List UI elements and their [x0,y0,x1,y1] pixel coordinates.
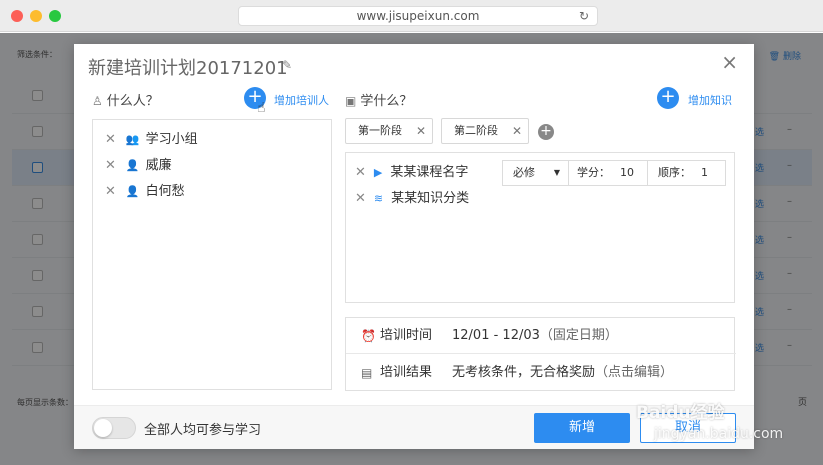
course-name: 某某课程名字 [390,165,469,180]
order-label: 顺序： [658,166,691,179]
time-value: 12/01 - 12/03 [452,328,540,343]
training-info: ⏰ 培训时间 12/01 - 12/03（固定日期） ▤ 培训结果 无考核条件，… [345,317,736,391]
remove-icon[interactable]: ✕ [105,132,116,147]
what-heading: ▣ 学什么？ [345,90,412,109]
url-text: www.jisupeixun.com [356,9,480,23]
add-stage-button[interactable]: + [538,124,554,140]
list-item: ✕ 👤 白何愁 [105,182,185,202]
order-field[interactable]: 顺序： 1 [648,161,727,185]
edit-title-icon[interactable]: ✎ [282,58,292,72]
person-name: 学习小组 [145,132,198,147]
user-icon: 👤 [125,185,140,198]
person-name: 威廉 [145,158,172,173]
course-settings: 必修 ▼ 学分： 10 顺序： 1 [502,160,726,186]
add-knowledge-button[interactable]: + [657,87,679,109]
requirement-select[interactable]: 必修 ▼ [503,161,569,185]
user-icon: 👤 [125,159,140,172]
list-item: ✕ ≋ 某某知识分类 [355,189,469,209]
who-heading-text: 什么人？ [106,94,159,109]
minimize-window-button[interactable] [30,10,42,22]
reload-icon[interactable]: ↻ [579,7,589,26]
training-result-row[interactable]: ▤ 培训结果 无考核条件，无合格奖励（点击编辑） [346,355,736,391]
person-name: 白何愁 [145,184,185,199]
who-heading: ♙ 什么人？ [92,90,159,109]
result-value: 无考核条件，无合格奖励 [452,365,596,380]
result-label: 培训结果 [380,365,433,380]
time-value-group: 12/01 - 12/03（固定日期） [452,318,618,354]
order-value: 1 [701,166,708,179]
add-knowledge-link[interactable]: 增加知识 [688,92,732,108]
list-item: ✕ 👤 威廉 [105,156,172,176]
credit-label: 学分： [577,166,610,179]
person-outline-icon: ♙ [92,94,103,108]
watermark-logo: Baidu经验 [636,403,725,423]
tab-label: 第二阶段 [454,124,498,137]
watermark-url: jingyan.baidu.com [654,426,784,442]
time-note: （固定日期） [539,328,618,343]
credit-field[interactable]: 学分： 10 [569,161,648,185]
maximize-window-button[interactable] [49,10,61,22]
category-stack-icon: ≋ [373,192,384,205]
address-bar[interactable]: www.jisupeixun.com ↻ [238,6,598,26]
submit-button[interactable]: 新增 [534,413,630,443]
close-tab-icon[interactable]: ✕ [512,119,522,143]
hand-cursor-icon: ☝ [257,100,266,116]
browser-toolbar: www.jisupeixun.com ↻ [0,0,823,32]
remove-icon[interactable]: ✕ [355,191,366,206]
open-to-all-toggle[interactable] [92,417,136,439]
printer-icon: ▤ [361,366,373,380]
toggle-knob [94,419,112,437]
category-name: 某某知识分类 [391,191,470,206]
add-trainee-link[interactable]: 增加培训人 [274,92,329,108]
knowledge-list: ✕ ▶ 某某课程名字 ✕ ≋ 某某知识分类 必修 ▼ 学分： 10 顺序： 1 [345,152,735,303]
result-value-group: 无考核条件，无合格奖励（点击编辑） [452,355,673,391]
time-label: 培训时间 [380,328,433,343]
tab-stage-1[interactable]: 第一阶段 ✕ [345,118,433,144]
credit-value: 10 [620,166,634,179]
group-icon: 👥 [125,133,140,146]
new-training-plan-dialog: 新建培训计划20171201 ✎ × ♙ 什么人？ + ☝ 增加培训人 ✕ 👥 学习小… [74,44,754,449]
trainee-list: ✕ 👥 学习小组 ✕ 👤 威廉 ✕ 👤 白何愁 [92,119,332,390]
course-icon: ▶ [373,166,383,179]
close-tab-icon[interactable]: ✕ [416,119,426,143]
alarm-clock-icon: ⏰ [361,329,376,343]
list-item: ✕ ▶ 某某课程名字 [355,163,468,183]
toggle-label: 全部人均可参与学习 [144,423,262,438]
tab-label: 第一阶段 [358,124,402,137]
close-window-button[interactable] [11,10,23,22]
remove-icon[interactable]: ✕ [105,184,116,199]
caret-down-icon: ▼ [553,168,560,177]
close-icon[interactable]: × [721,50,738,74]
training-time-row[interactable]: ⏰ 培训时间 12/01 - 12/03（固定日期） [346,318,736,354]
remove-icon[interactable]: ✕ [355,165,366,180]
requirement-value: 必修 [513,166,535,179]
remove-icon[interactable]: ✕ [105,158,116,173]
what-heading-text: 学什么？ [360,94,413,109]
list-item: ✕ 👥 学习小组 [105,130,198,150]
tab-stage-2[interactable]: 第二阶段 ✕ [441,118,529,144]
result-edit-link[interactable]: （点击编辑） [595,365,673,380]
book-icon: ▣ [345,94,357,108]
dialog-title: 新建培训计划20171201 [88,58,288,79]
